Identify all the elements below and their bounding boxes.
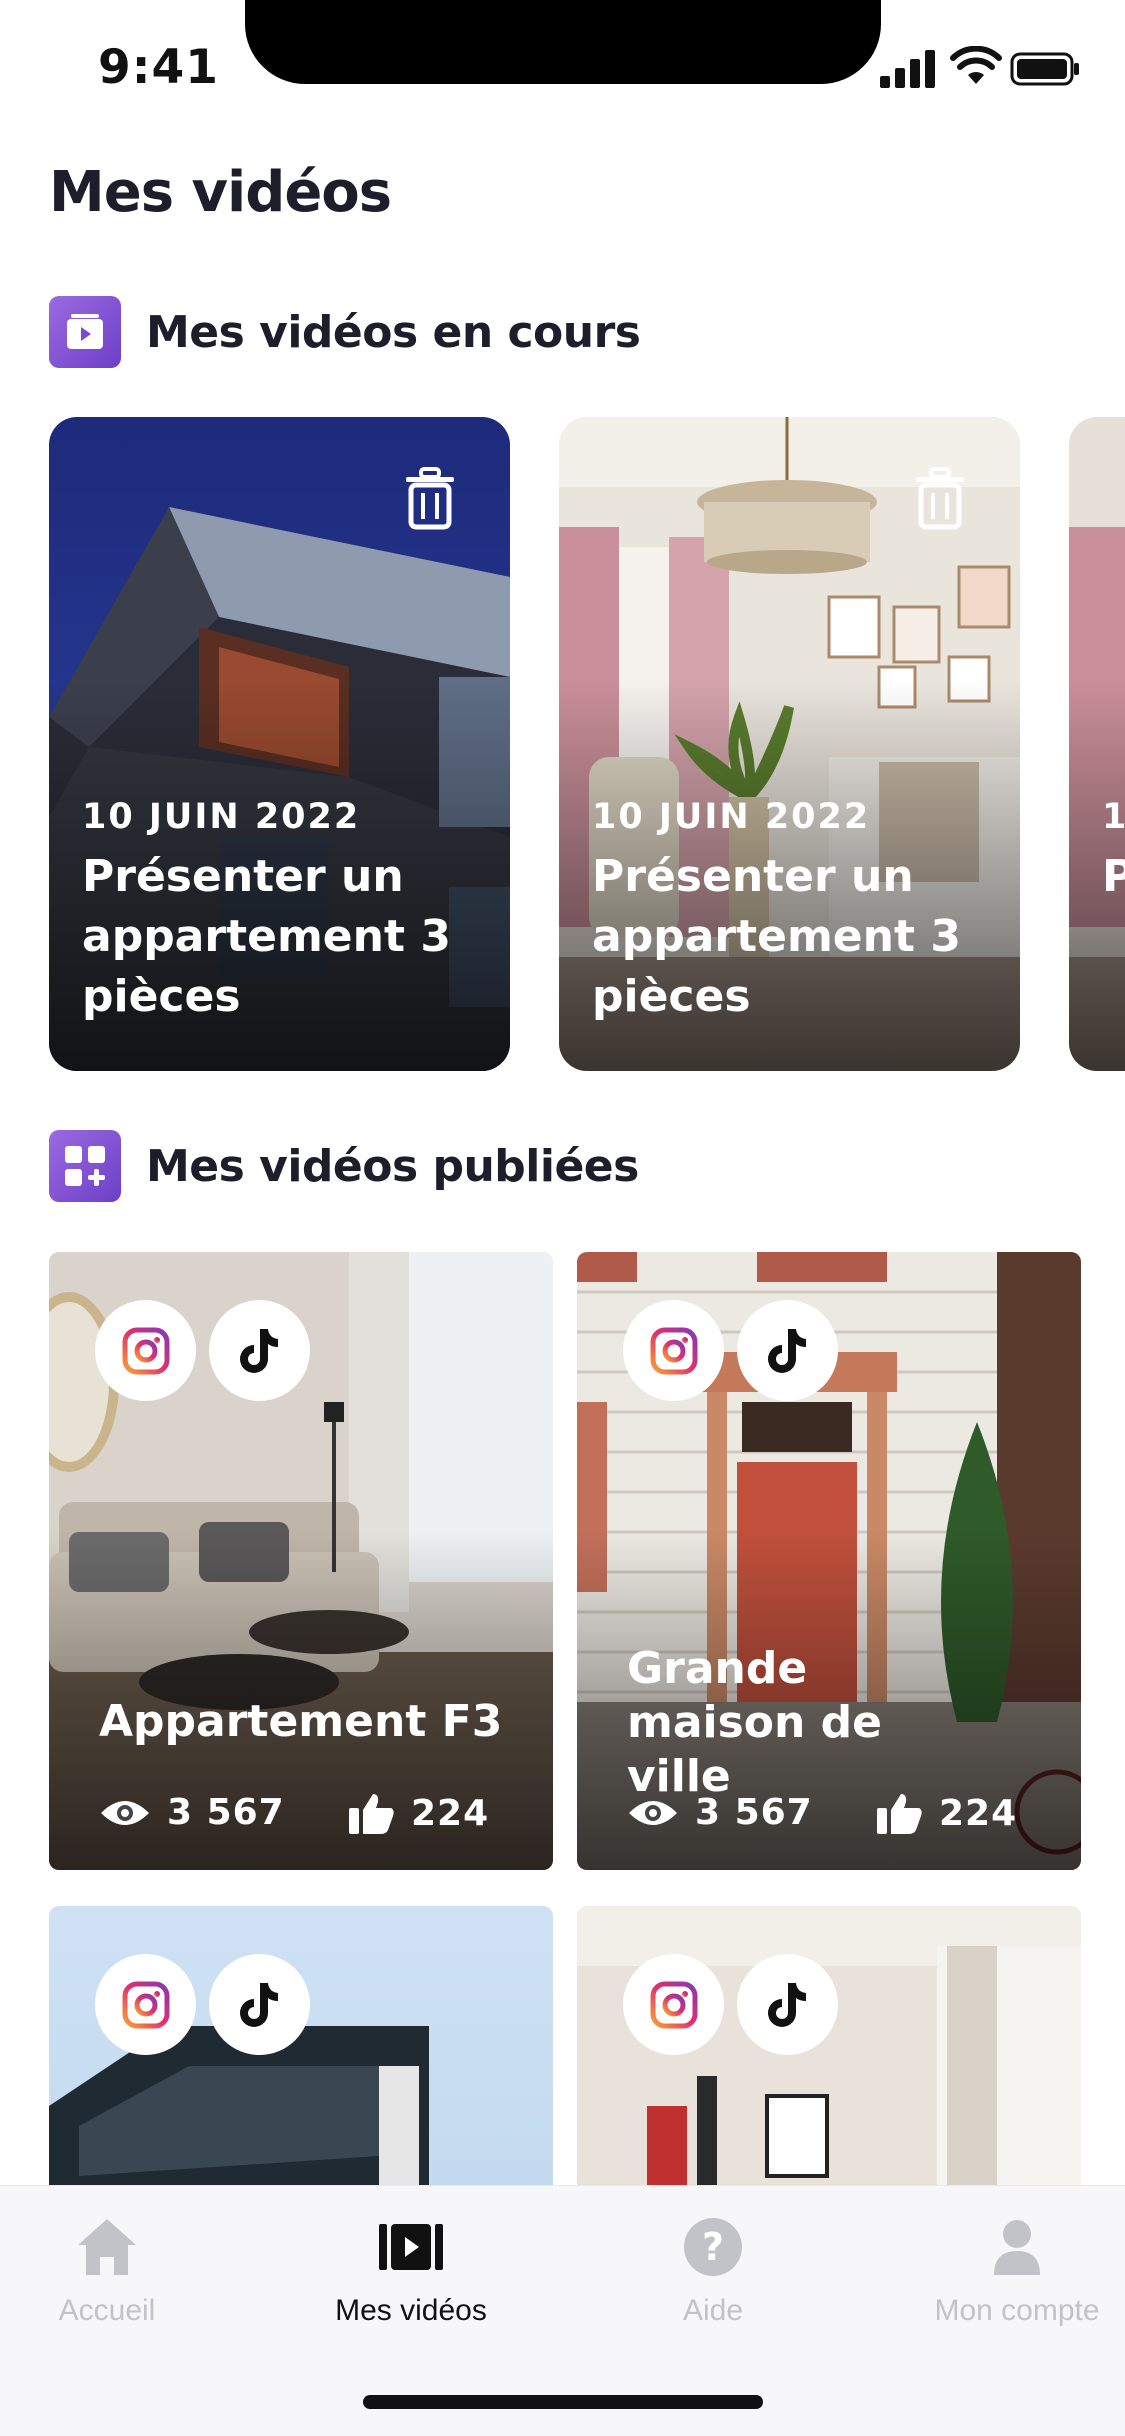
in-progress-card[interactable]: 10 JUIN 2022 Présenter un appartement 3 …: [49, 417, 510, 1071]
tab-mon-compte[interactable]: Mon compte: [887, 2212, 1125, 2342]
home-indicator: [363, 2395, 763, 2409]
home-icon: [72, 2212, 142, 2282]
video-icon: [376, 2212, 446, 2282]
trash-icon[interactable]: [912, 467, 968, 531]
svg-text:?: ?: [702, 2225, 724, 2269]
page-title: Mes vidéos: [49, 160, 392, 225]
tab-label: Aide: [682, 2294, 744, 2327]
card-title: Présenter un appartement 3 pièces: [82, 851, 451, 1022]
thumbs-up-icon: [349, 1794, 394, 1834]
published-card[interactable]: Grande maison de ville 3 567 224: [577, 1252, 1081, 1870]
instagram-icon[interactable]: [95, 1954, 196, 2055]
thumbs-up-icon: [877, 1794, 922, 1834]
trash-icon[interactable]: [402, 467, 458, 531]
help-icon: ?: [678, 2212, 748, 2282]
published-title: Mes vidéos publiées: [146, 1140, 639, 1192]
video-folder-icon: [49, 296, 121, 368]
in-progress-card[interactable]: 10 JUIN 2022 Présenter un appartement 3 …: [559, 417, 1020, 1071]
instagram-icon[interactable]: [623, 1954, 724, 2055]
card-title: P a p: [1102, 851, 1125, 902]
eye-icon: [629, 1800, 677, 1825]
instagram-icon[interactable]: [95, 1300, 196, 1401]
tab-accueil[interactable]: Accueil: [0, 2212, 237, 2342]
tiktok-icon[interactable]: [209, 1954, 310, 2055]
card-date: 10 JUIN 2022: [592, 797, 871, 837]
in-progress-header: Mes vidéos en cours: [49, 296, 641, 368]
user-icon: [982, 2212, 1052, 2282]
tiktok-icon[interactable]: [737, 1954, 838, 2055]
in-progress-title: Mes vidéos en cours: [146, 306, 641, 358]
card-stats: 3 567 224: [99, 1792, 519, 1838]
status-time: 9:41: [98, 40, 219, 95]
card-stats: 3 567 224: [627, 1792, 1047, 1838]
views-count: 3 567: [695, 1792, 813, 1833]
likes-stat: 224: [349, 1792, 489, 1834]
views-stat: 3 567: [627, 1792, 813, 1833]
signal-icon: [880, 50, 935, 88]
tab-label: Accueil: [58, 2294, 156, 2327]
card-date: 1: [1102, 797, 1125, 837]
views-stat: 3 567: [99, 1792, 285, 1833]
notch: [245, 0, 881, 84]
likes-stat: 224: [877, 1792, 1017, 1834]
battery-icon: [1010, 52, 1079, 86]
tiktok-icon[interactable]: [737, 1300, 838, 1401]
card-title: Présenter un appartement 3 pièces: [592, 851, 961, 1022]
in-progress-carousel[interactable]: 10 JUIN 2022 Présenter un appartement 3 …: [49, 417, 1125, 1073]
tab-aide[interactable]: ? Aide: [583, 2212, 843, 2342]
views-count: 3 567: [167, 1792, 285, 1833]
status-bar: 9:41: [0, 0, 1125, 120]
wifi-icon: [950, 46, 1002, 84]
published-card-title: Appartement F3: [99, 1696, 503, 1747]
in-progress-card[interactable]: 1 P a p: [1069, 417, 1125, 1071]
grid-add-icon: [49, 1130, 121, 1202]
likes-count: 224: [411, 1792, 490, 1834]
tab-label: Mon compte: [934, 2294, 1100, 2327]
instagram-icon[interactable]: [623, 1300, 724, 1401]
likes-count: 224: [939, 1792, 1018, 1834]
tab-label: Mes vidéos: [335, 2294, 487, 2327]
card-date: 10 JUIN 2022: [82, 797, 361, 837]
published-header: Mes vidéos publiées: [49, 1130, 639, 1202]
published-card-title: Grande maison de ville: [627, 1643, 883, 1802]
eye-icon: [101, 1800, 149, 1825]
tab-mes-videos[interactable]: Mes vidéos: [281, 2212, 541, 2342]
published-card[interactable]: Appartement F3 3 567 224: [49, 1252, 553, 1870]
tiktok-icon[interactable]: [209, 1300, 310, 1401]
